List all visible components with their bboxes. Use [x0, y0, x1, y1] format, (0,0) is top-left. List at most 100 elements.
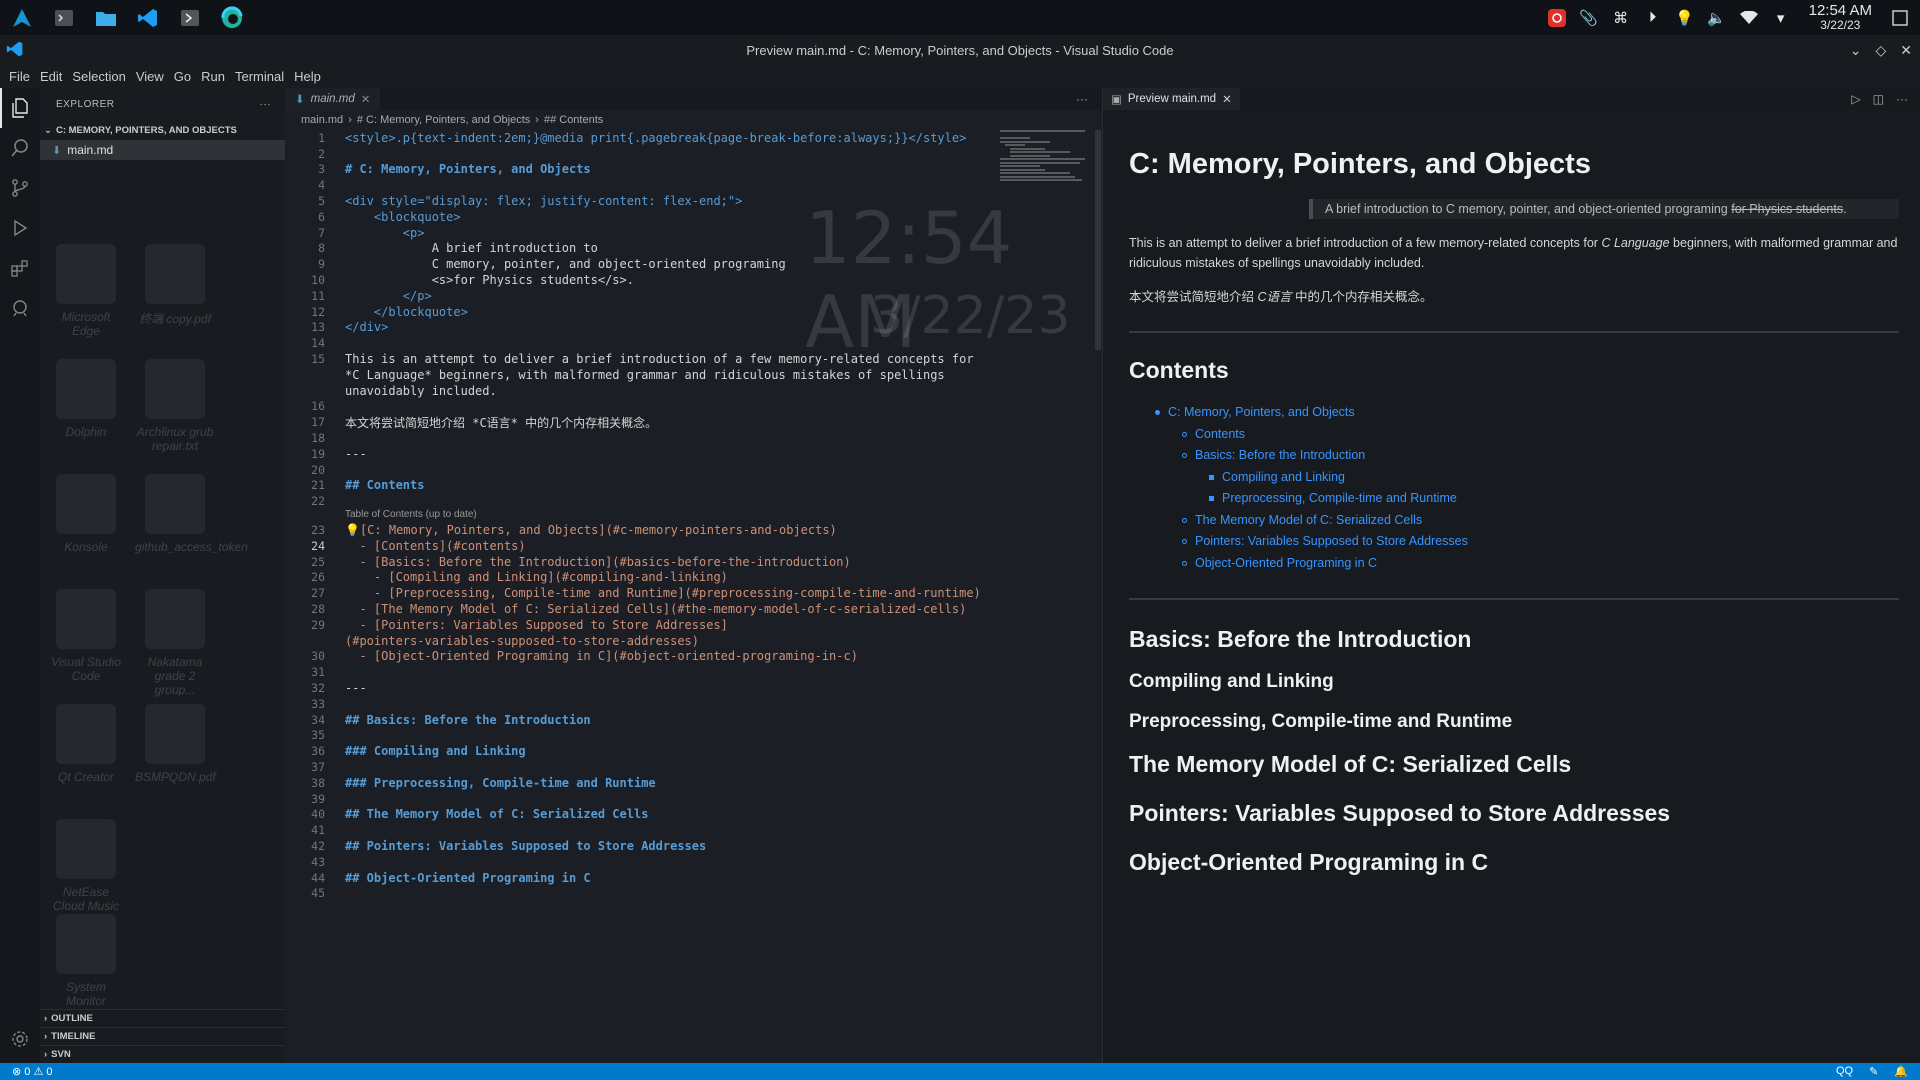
minimap[interactable] — [1000, 130, 1090, 190]
volume-icon[interactable]: 🔈 — [1707, 8, 1727, 28]
settings-gear-icon[interactable] — [0, 1019, 40, 1059]
code-line: 36 ### Compiling and Linking — [285, 743, 985, 759]
toc-link[interactable]: Compiling and Linking — [1222, 470, 1345, 484]
editor-more-actions-icon[interactable]: ··· — [1076, 92, 1102, 106]
desktop-icon: github_access_token — [135, 474, 248, 554]
tab-main-md[interactable]: ⬇ main.md ✕ — [285, 88, 381, 110]
file-manager-icon[interactable] — [90, 2, 122, 34]
wifi-icon[interactable] — [1739, 8, 1759, 28]
maximize-icon[interactable]: ◇ — [1875, 42, 1886, 59]
line-number: 20 — [311, 462, 325, 477]
svn-section[interactable]: › SVN — [40, 1045, 285, 1063]
menu-go[interactable]: Go — [169, 69, 196, 84]
paragraph-text: 本文将尝试简短地介绍 — [1129, 290, 1258, 304]
toc-link[interactable]: C: Memory, Pointers, and Objects — [1168, 405, 1355, 419]
extensions-icon[interactable] — [0, 248, 40, 288]
outline-section[interactable]: › OUTLINE — [40, 1009, 285, 1027]
codelens[interactable]: Table of Contents (up to date) — [285, 509, 985, 522]
tray-expand-icon[interactable]: ▾ — [1771, 8, 1791, 28]
close-tab-icon[interactable]: ✕ — [1222, 92, 1232, 106]
problems-indicator[interactable]: ⊗ 0 ⚠ 0 — [0, 1065, 52, 1078]
line-content: - [Compiling and Linking](#compiling-and… — [345, 570, 728, 585]
quote-strike: for Physics students — [1731, 202, 1844, 216]
line-number: 33 — [311, 696, 325, 711]
timeline-section[interactable]: › TIMELINE — [40, 1027, 285, 1045]
code-line: 41 — [285, 822, 985, 838]
line-number: 5 — [318, 194, 325, 209]
line-content: - [Contents](#contents) — [345, 538, 526, 553]
qq-status-item[interactable]: QQ — [1836, 1065, 1853, 1078]
code-line: *C Language* beginners, with malformed g… — [285, 367, 985, 383]
run-debug-icon[interactable] — [0, 208, 40, 248]
table-of-contents: C: Memory, Pointers, and Objects Contents… — [1129, 402, 1899, 574]
line-number: 45 — [311, 886, 325, 901]
close-icon[interactable]: ✕ — [1900, 42, 1912, 59]
preview-actions: ▷ ◫ ··· — [1851, 92, 1920, 106]
menu-view[interactable]: View — [131, 69, 169, 84]
run-icon[interactable]: ▷ — [1851, 92, 1860, 106]
line-content: C memory, pointer, and object-oriented p… — [345, 257, 786, 272]
notifications-bell-icon[interactable]: 🔔 — [1894, 1065, 1908, 1078]
editor-scrollbar[interactable] — [1095, 130, 1101, 350]
menu-help[interactable]: Help — [289, 69, 326, 84]
source-control-icon[interactable] — [0, 168, 40, 208]
split-editor-icon[interactable]: ◫ — [1873, 92, 1884, 106]
menu-run[interactable]: Run — [196, 69, 230, 84]
code-line: 19 --- — [285, 446, 985, 462]
status-right: QQ ✎ 🔔 — [1836, 1065, 1920, 1078]
code-line: 25 - [Basics: Before the Introduction](#… — [285, 554, 985, 570]
paperclip-icon[interactable]: 📎 — [1579, 8, 1599, 28]
timeline-label: TIMELINE — [51, 1031, 96, 1042]
explorer-icon[interactable] — [0, 88, 40, 128]
show-desktop-icon[interactable] — [1890, 8, 1910, 28]
menu-terminal[interactable]: Terminal — [230, 69, 289, 84]
editor-tabs: ⬇ main.md ✕ ··· — [285, 88, 1102, 110]
code-line: 38 ### Preprocessing, Compile-time and Ru… — [285, 775, 985, 791]
menu-bar: File Edit Selection View Go Run Terminal… — [0, 65, 1920, 88]
terminal-app-icon[interactable] — [48, 2, 80, 34]
search-icon[interactable] — [0, 128, 40, 168]
vscode-app-icon[interactable] — [132, 2, 164, 34]
app-launcher-icon[interactable] — [6, 2, 38, 34]
feedback-icon[interactable]: ✎ — [1869, 1065, 1878, 1078]
tab-preview-main-md[interactable]: ▣ Preview main.md ✕ — [1103, 88, 1240, 110]
line-content: --- — [345, 680, 367, 695]
menu-file[interactable]: File — [4, 69, 35, 84]
horizontal-rule — [1129, 331, 1899, 333]
toc-link[interactable]: Object-Oriented Programing in C — [1195, 556, 1377, 570]
breadcrumb-item[interactable]: # C: Memory, Pointers, and Objects — [357, 114, 530, 126]
code-line: 1 <style>.p{text-indent:2em;}@media print… — [285, 130, 985, 146]
shortcut-icon[interactable]: ⌘ — [1611, 8, 1631, 28]
toc-link[interactable]: Contents — [1195, 427, 1245, 441]
code-line: 33 — [285, 696, 985, 712]
more-actions-icon[interactable]: ··· — [260, 99, 272, 110]
line-number: 7 — [318, 225, 325, 240]
toc-link[interactable]: Basics: Before the Introduction — [1195, 448, 1365, 462]
code-line: 8 A brief introduction to — [285, 241, 985, 257]
clock[interactable]: 12:54 AM 3/22/23 — [1809, 3, 1872, 32]
code-line: 15 This is an attempt to deliver a brief … — [285, 351, 985, 367]
toc-link[interactable]: The Memory Model of C: Serialized Cells — [1195, 513, 1422, 527]
menu-edit[interactable]: Edit — [35, 69, 67, 84]
minimize-icon[interactable]: ⌄ — [1850, 42, 1862, 59]
menu-selection[interactable]: Selection — [67, 69, 130, 84]
line-content: ## Pointers: Variables Supposed to Store… — [345, 838, 707, 853]
desktop-icon: Nakatama grade 2 group... — [135, 589, 215, 697]
toc-link[interactable]: Preprocessing, Compile-time and Runtime — [1222, 491, 1457, 505]
close-tab-icon[interactable]: ✕ — [361, 92, 371, 106]
code-line: 37 — [285, 759, 985, 775]
netease-tray-icon[interactable] — [1547, 8, 1567, 28]
breadcrumb-item[interactable]: main.md — [301, 114, 343, 126]
breadcrumb-item[interactable]: ## Contents — [544, 114, 603, 126]
media-play-icon[interactable]: ⏵ — [1643, 8, 1663, 28]
lightbulb-icon[interactable]: 💡 — [1675, 8, 1695, 28]
line-content: ### Compiling and Linking — [345, 744, 526, 759]
line-number: 24 — [311, 538, 325, 553]
edge-app-icon[interactable] — [216, 2, 248, 34]
line-number: 27 — [311, 586, 325, 601]
console-app-icon[interactable] — [174, 2, 206, 34]
remote-explorer-icon[interactable] — [0, 288, 40, 328]
more-actions-icon[interactable]: ··· — [1896, 92, 1908, 106]
toc-link[interactable]: Pointers: Variables Supposed to Store Ad… — [1195, 534, 1468, 548]
code-editor[interactable]: 1 <style>.p{text-indent:2em;}@media print… — [285, 130, 985, 901]
